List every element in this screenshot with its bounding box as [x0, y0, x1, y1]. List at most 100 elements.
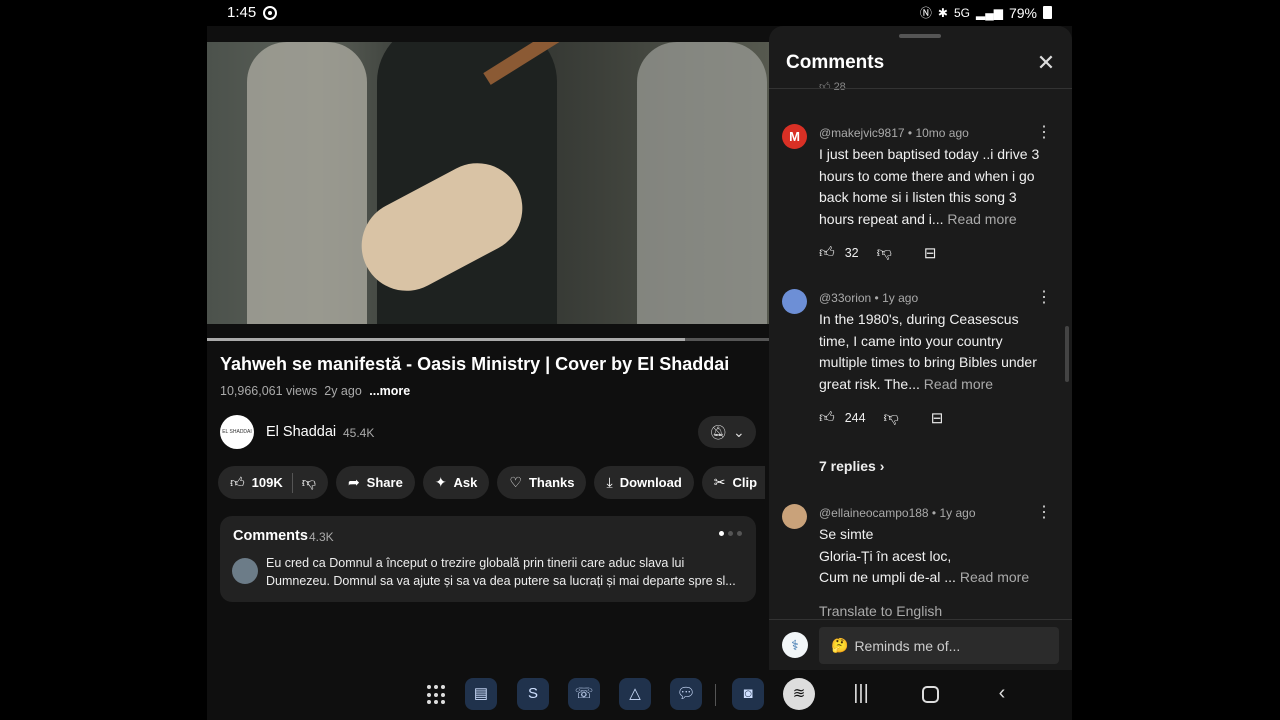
- ask-button[interactable]: ✦ Ask: [422, 466, 490, 499]
- carousel-dots: [719, 531, 742, 536]
- input-placeholder: Reminds me of...: [854, 637, 961, 654]
- drive-app-icon[interactable]: △: [619, 678, 651, 710]
- comments-preview-card[interactable]: Comments 4.3K Eu cred ca Domnul a începu…: [220, 516, 756, 602]
- thumbs-down-icon[interactable]: 👎︎: [877, 244, 892, 262]
- comment-like-count: 244: [844, 411, 866, 425]
- drag-handle[interactable]: [899, 34, 941, 38]
- view-count: 10,966,061 views: [220, 384, 318, 398]
- camera-app-icon[interactable]: ◙: [732, 678, 764, 710]
- comment-actions: 👍︎ 32 👎︎ ⊟: [819, 244, 936, 262]
- video-progress-fill: [207, 338, 685, 341]
- action-chips: 👍︎ 109K 👎︎ ➦ Share ✦ Ask ♡ Thanks ⤓ Down…: [218, 466, 766, 499]
- more-link[interactable]: ...more: [369, 384, 410, 398]
- share-label: Share: [366, 475, 403, 490]
- comment-meta: @makejvic9817 • 10mo ago: [819, 126, 969, 140]
- sparkle-icon: ✦: [434, 474, 447, 490]
- comment-text: I just been baptised today ..i drive 3 h…: [819, 144, 1049, 230]
- subscriber-count: 45.4K: [343, 426, 375, 440]
- docs-app-icon[interactable]: ▤: [465, 678, 497, 710]
- comment-age: 1y ago: [939, 506, 976, 520]
- more-options-icon[interactable]: ⋮: [1036, 125, 1052, 141]
- replies-label: 7 replies: [819, 458, 876, 474]
- reply-icon[interactable]: ⊟: [924, 244, 937, 262]
- messages-app-icon[interactable]: 💬︎: [670, 678, 702, 710]
- scrollbar[interactable]: [1065, 326, 1069, 382]
- commenter-avatar: [232, 558, 258, 584]
- comment-line: Cum ne umpli de-al ... Read more: [819, 567, 1049, 589]
- translate-link[interactable]: Translate to English: [819, 603, 942, 619]
- comment-input[interactable]: 🤔 Reminds me of...: [819, 627, 1059, 664]
- thanks-label: Thanks: [528, 475, 575, 490]
- scissors-icon: ✂: [713, 474, 726, 490]
- panel-title: Comments: [786, 52, 885, 73]
- ask-label: Ask: [453, 475, 478, 490]
- thumbs-down-icon[interactable]: 👎︎: [884, 409, 899, 427]
- battery-icon: [1043, 6, 1052, 19]
- comment-author[interactable]: @ellaineocampo188: [819, 506, 929, 520]
- thinking-emoji-icon: 🤔: [831, 637, 849, 653]
- user-avatar: ⚕: [782, 632, 808, 658]
- comment-avatar[interactable]: [782, 289, 807, 314]
- thumbs-up-icon[interactable]: 👍︎: [819, 81, 831, 93]
- comment-text: In the 1980's, during Ceasescus time, I …: [819, 309, 1049, 395]
- thumbs-down-icon[interactable]: 👎︎: [302, 474, 316, 491]
- thumbs-up-icon[interactable]: 👍︎: [819, 244, 835, 262]
- comment-author[interactable]: @makejvic9817: [819, 126, 905, 140]
- comment-avatar[interactable]: M: [782, 124, 807, 149]
- shazam-app-icon[interactable]: S: [517, 678, 549, 710]
- read-more-link[interactable]: Read more: [947, 211, 1016, 227]
- like-count[interactable]: 109K: [252, 475, 283, 490]
- comment-preview-text: Eu cred ca Domnul a început o trezire gl…: [266, 556, 736, 588]
- back-icon[interactable]: ‹: [989, 682, 1015, 705]
- home-icon[interactable]: [922, 686, 939, 703]
- comment-avatar[interactable]: [782, 504, 807, 529]
- close-icon[interactable]: ✕: [1034, 51, 1058, 75]
- app-drawer-icon[interactable]: [427, 685, 447, 705]
- share-button[interactable]: ➦ Share: [335, 466, 415, 499]
- view-replies-button[interactable]: 7 replies ›: [819, 458, 884, 474]
- download-button[interactable]: ⤓ Download: [594, 466, 694, 499]
- comment-actions: 👍︎ 244 👎︎ ⊟: [819, 409, 943, 427]
- more-options-icon[interactable]: ⋮: [1036, 505, 1052, 521]
- channel-row: EL SHADDAI El Shaddai 45.4K 🔕︎ ⌄: [220, 415, 756, 451]
- recents-icon[interactable]: |||: [848, 682, 874, 705]
- bell-off-icon: 🔕︎: [709, 423, 728, 440]
- reply-icon[interactable]: ⊟: [931, 409, 944, 427]
- comments-panel: Comments ✕ 👍︎ 28 M @makejvic9817 • 10mo …: [769, 26, 1072, 670]
- thumbs-up-icon[interactable]: 👍︎: [819, 409, 835, 427]
- battery-percent: 79%: [1008, 4, 1037, 21]
- notification-bell-button[interactable]: 🔕︎ ⌄: [698, 416, 756, 448]
- clip-button[interactable]: ✂ Clip: [701, 466, 766, 499]
- status-bar: 1:45 Ⓝ ✱ 5G ▂▄▆ 79%: [207, 0, 1072, 26]
- share-icon: ➦: [347, 474, 360, 490]
- thumbs-up-icon[interactable]: 👍︎: [230, 474, 245, 491]
- clip-label: Clip: [732, 475, 758, 490]
- read-more-link[interactable]: Read more: [960, 569, 1029, 585]
- download-label: Download: [619, 475, 682, 490]
- chevron-down-icon: ⌄: [733, 423, 745, 440]
- read-more-link[interactable]: Read more: [924, 376, 993, 392]
- bluetooth-icon: ✱: [937, 5, 948, 20]
- video-title: Yahweh se manifestă - Oasis Ministry | C…: [220, 354, 730, 374]
- comments-card-title: Comments: [233, 528, 308, 544]
- status-time: 1:45: [227, 4, 257, 21]
- comment-input-bar: ⚕ 🤔 Reminds me of...: [769, 619, 1072, 670]
- navigation-bar: ▤ S ☏ △ 💬︎ ◙ ≋ ||| ‹: [207, 670, 1072, 720]
- comment-author[interactable]: @33orion: [819, 291, 871, 305]
- channel-name[interactable]: El Shaddai: [266, 424, 336, 440]
- network-type: 5G: [953, 5, 970, 20]
- video-player[interactable]: [207, 42, 769, 324]
- comment-line-text: Cum ne umpli de-al ...: [819, 569, 956, 585]
- phone-app-icon[interactable]: ☏: [568, 678, 600, 710]
- comment-line: Gloria-Ți în acest loc,: [819, 547, 952, 564]
- comment-meta: @33orion • 1y ago: [819, 291, 919, 305]
- video-meta[interactable]: 10,966,061 views 2y ago ...more: [220, 384, 410, 398]
- nfc-icon: Ⓝ: [919, 6, 932, 20]
- thanks-button[interactable]: ♡ Thanks: [497, 466, 587, 499]
- video-progress-bar[interactable]: [207, 338, 769, 341]
- status-icons: Ⓝ ✱ 5G ▂▄▆ 79%: [920, 4, 1052, 21]
- more-options-icon[interactable]: ⋮: [1036, 290, 1052, 306]
- channel-avatar[interactable]: EL SHADDAI: [220, 415, 254, 449]
- spotify-app-icon[interactable]: ≋: [783, 678, 815, 710]
- comment-line: Se simte: [819, 526, 874, 542]
